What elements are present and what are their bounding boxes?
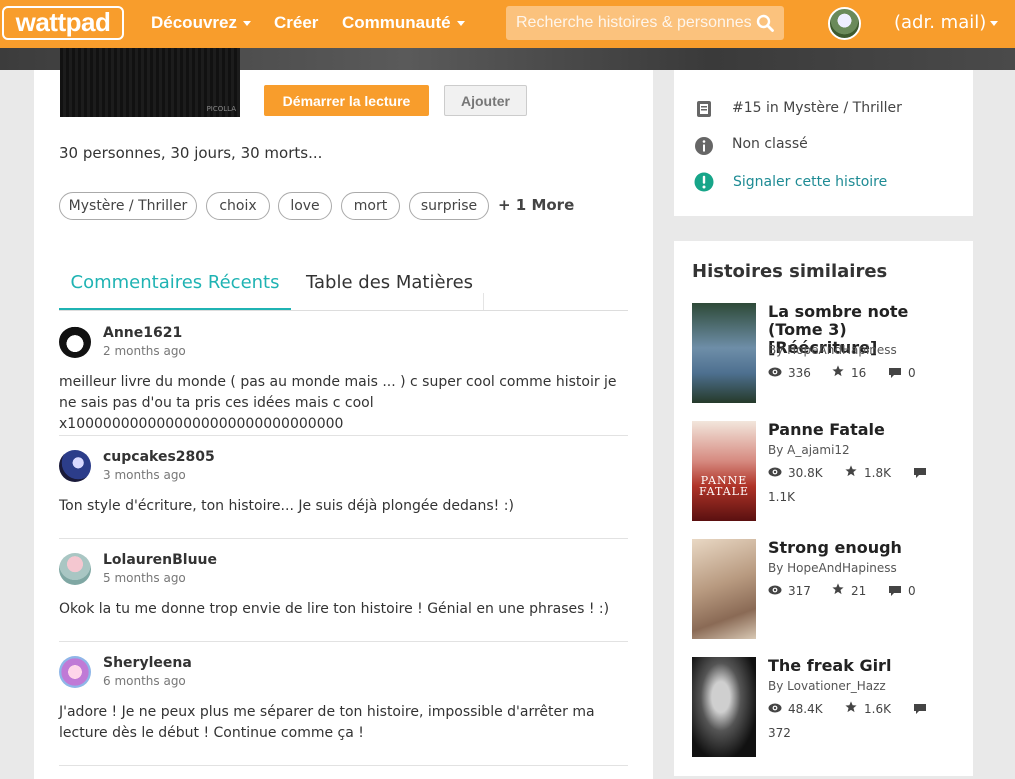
avatar[interactable] (59, 553, 91, 585)
alert-icon (694, 172, 714, 192)
votes-count: 1.8K (864, 466, 891, 480)
similar-story-author[interactable]: By Lovationer_Hazz (768, 679, 886, 693)
comment-divider (59, 765, 628, 766)
reads-count: 336 (788, 366, 811, 380)
comment-username[interactable]: Sheryleena (103, 655, 192, 671)
cover-title-text: PANNE FATALE (698, 474, 750, 498)
similar-stories-title: Histoires similaires (692, 261, 888, 282)
comment-username[interactable]: LolaurenBluue (103, 552, 217, 568)
reads-count: 317 (788, 584, 811, 598)
story-cover[interactable]: PANNE FATALE (692, 421, 756, 521)
similar-story-title[interactable]: The freak Girl (768, 657, 953, 675)
comment-divider (59, 641, 628, 642)
comment-text: J'adore ! Je ne peux plus me séparer de … (59, 704, 595, 741)
eye-icon (768, 703, 782, 713)
tag-surprise[interactable]: surprise (409, 192, 489, 220)
nav-create-label: Créer (274, 13, 319, 32)
comment-divider (59, 538, 628, 539)
star-icon (845, 465, 857, 477)
similar-story-author[interactable]: By A_ajami12 (768, 443, 850, 457)
book-icon (697, 101, 711, 117)
user-menu[interactable]: (adr. mail) (894, 12, 999, 33)
similar-story-author[interactable]: By HopeAndHapiness (768, 343, 897, 357)
nav-discover-label: Découvrez (151, 13, 237, 32)
more-tags-link[interactable]: + 1 More (498, 196, 574, 214)
reads-count: 30.8K (788, 466, 823, 480)
tag-love[interactable]: love (278, 192, 332, 220)
comment-icon (889, 368, 901, 378)
chevron-down-icon (242, 21, 251, 27)
avatar[interactable] (59, 326, 91, 358)
story-rating: Non classé (732, 136, 808, 152)
user-avatar[interactable] (828, 7, 861, 40)
search-input[interactable] (506, 6, 751, 40)
user-menu-label: (adr. mail) (894, 12, 987, 33)
nav-community-label: Communauté (342, 13, 451, 32)
add-button[interactable]: Ajouter (444, 85, 527, 116)
reads-count: 48.4K (788, 702, 823, 716)
search-icon[interactable] (756, 14, 774, 32)
comment-text: Okok la tu me donne trop envie de lire t… (59, 601, 610, 617)
comments-count: 0 (908, 584, 916, 598)
comment-icon (914, 468, 926, 478)
votes-count: 1.6K (864, 702, 891, 716)
tag-choix[interactable]: choix (206, 192, 270, 220)
story-rank[interactable]: #15 in Mystère / Thriller (732, 100, 902, 116)
chevron-down-icon (990, 20, 999, 26)
story-cover[interactable] (692, 657, 756, 757)
comment-icon (914, 704, 926, 714)
story-description: 30 personnes, 30 jours, 30 morts... (59, 144, 323, 162)
similar-story-title[interactable]: Panne Fatale (768, 421, 953, 439)
similar-story-title[interactable]: Strong enough (768, 539, 953, 557)
comment-time: 3 months ago (103, 468, 186, 482)
story-cover[interactable] (692, 539, 756, 639)
comment-username[interactable]: Anne1621 (103, 325, 182, 341)
story-info-card (674, 70, 973, 216)
story-cover: PICOLLA (60, 48, 240, 117)
nav-discover[interactable]: Découvrez (151, 13, 251, 33)
comment-username[interactable]: cupcakes2805 (103, 449, 215, 465)
comments-count: 372 (768, 726, 791, 740)
comment-icon (889, 586, 901, 596)
votes-count: 16 (851, 366, 867, 380)
avatar[interactable] (59, 450, 91, 482)
comments-count: 1.1K (768, 490, 795, 504)
comment-divider (59, 435, 628, 436)
eye-icon (768, 367, 782, 377)
comment-time: 2 months ago (103, 344, 186, 358)
top-navbar: wattpad Découvrez Créer Communauté (adr.… (0, 0, 1015, 48)
tab-divider (483, 293, 484, 311)
eye-icon (768, 585, 782, 595)
story-cover[interactable] (692, 303, 756, 403)
nav-community[interactable]: Communauté (342, 13, 465, 33)
comment-text: meilleur livre du monde ( pas au monde m… (59, 374, 617, 432)
comment-text: Ton style d'écriture, ton histoire... Je… (59, 498, 514, 514)
tabs-underline (59, 310, 628, 311)
similar-story-author[interactable]: By HopeAndHapiness (768, 561, 897, 575)
eye-icon (768, 467, 782, 477)
nav-create[interactable]: Créer (274, 13, 318, 33)
comment-time: 6 months ago (103, 674, 186, 688)
star-icon (832, 365, 844, 377)
start-reading-button[interactable]: Démarrer la lecture (264, 85, 429, 116)
tag-mort[interactable]: mort (341, 192, 400, 220)
report-story-link[interactable]: Signaler cette histoire (733, 174, 887, 190)
chevron-down-icon (456, 21, 465, 27)
search-box (506, 6, 784, 40)
wattpad-logo[interactable]: wattpad (2, 6, 124, 40)
votes-count: 21 (851, 584, 867, 598)
tab-table-of-contents[interactable]: Table des Matières (306, 272, 473, 293)
avatar[interactable] (59, 656, 91, 688)
star-icon (832, 583, 844, 595)
tab-recent-comments[interactable]: Commentaires Récents (59, 272, 291, 311)
info-icon (695, 137, 713, 155)
tag-mystere-thriller[interactable]: Mystère / Thriller (59, 192, 197, 220)
comment-time: 5 months ago (103, 571, 186, 585)
cover-signature: PICOLLA (206, 105, 236, 113)
star-icon (845, 701, 857, 713)
comments-count: 0 (908, 366, 916, 380)
